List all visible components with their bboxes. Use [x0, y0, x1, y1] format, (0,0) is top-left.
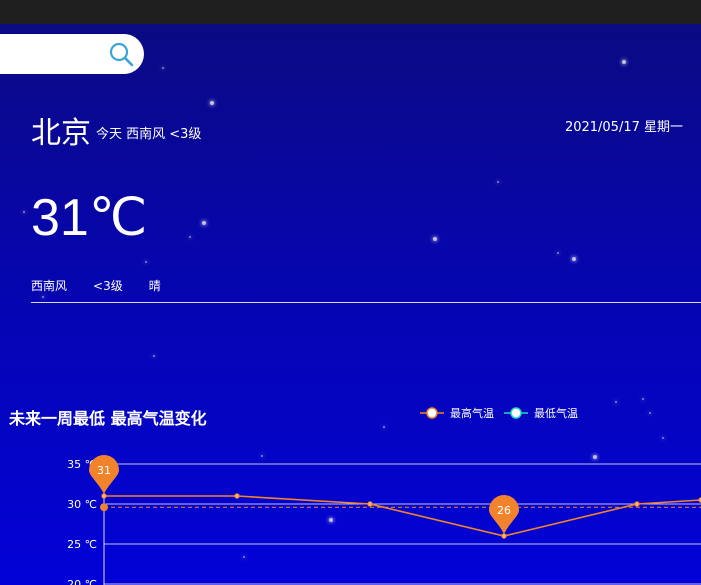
legend-low-label: 最低气温 — [534, 407, 578, 420]
series-high-point — [234, 493, 240, 499]
chart-legend: 最高气温 最低气温 — [420, 405, 578, 421]
y-tick-label: 30 ℃ — [67, 498, 97, 511]
temperature-line-chart: 35 ℃30 ℃25 ℃20 ℃3126 — [67, 455, 701, 585]
star-decoration — [145, 261, 147, 263]
star-decoration — [649, 412, 651, 414]
star-decoration — [642, 398, 644, 400]
star-decoration — [433, 237, 437, 241]
average-line-start-marker — [100, 503, 108, 512]
divider — [31, 302, 701, 303]
weather-condition: 晴 — [148, 279, 161, 293]
series-high-line — [104, 495, 701, 537]
star-decoration — [210, 101, 214, 105]
star-decoration — [202, 221, 206, 225]
wind-level: <3级 — [93, 279, 123, 293]
chart-title: 未来一周最低 最高气温变化 — [9, 409, 207, 428]
legend-item-low[interactable]: 最低气温 — [504, 405, 578, 421]
search-icon[interactable] — [108, 41, 134, 67]
max-marker-label: 31 — [97, 464, 111, 477]
legend-item-high[interactable]: 最高气温 — [420, 405, 494, 421]
legend-high-label: 最高气温 — [450, 407, 494, 420]
star-decoration — [622, 60, 626, 64]
star-decoration — [162, 67, 164, 69]
star-decoration — [662, 437, 664, 439]
star-decoration — [153, 355, 155, 357]
search-box[interactable] — [0, 34, 144, 74]
legend-high-marker-icon — [420, 407, 444, 419]
series-high-point — [101, 493, 107, 499]
y-tick-label: 25 ℃ — [67, 538, 97, 551]
city-name: 北京 — [31, 116, 91, 151]
current-temperature: 31℃ — [31, 189, 148, 247]
star-decoration — [189, 236, 191, 238]
star-decoration — [572, 257, 576, 261]
wind-direction: 西南风 — [31, 279, 68, 293]
star-decoration — [23, 211, 25, 213]
weather-details: 西南风 <3级 晴 — [31, 277, 161, 294]
star-decoration — [42, 296, 44, 298]
star-decoration — [383, 426, 385, 428]
star-decoration — [615, 401, 617, 403]
series-high-point — [367, 501, 373, 507]
top-bar — [0, 0, 701, 24]
date-label: 2021/05/17 星期一 — [564, 120, 683, 135]
min-marker-label: 26 — [497, 504, 511, 517]
star-decoration — [497, 181, 499, 183]
legend-low-marker-icon — [504, 407, 528, 419]
star-decoration — [557, 252, 559, 254]
series-high-point — [634, 501, 640, 507]
y-tick-label: 20 ℃ — [67, 578, 97, 585]
today-wind-summary: 今天 西南风 <3级 — [96, 127, 202, 142]
series-high-point — [501, 533, 507, 539]
